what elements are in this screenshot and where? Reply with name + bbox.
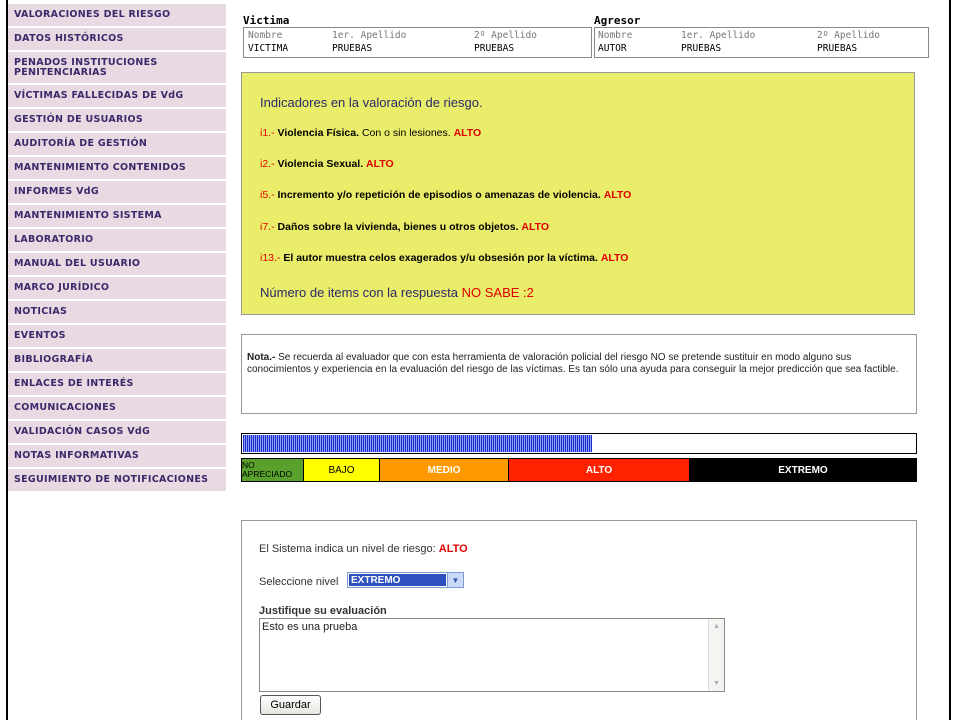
victima-ap2-label: 2º Apellido bbox=[474, 30, 537, 41]
sidebar-item-gestion-usuarios[interactable]: GESTIÓN DE USUARIOS bbox=[8, 109, 226, 131]
sidebar-item-penados[interactable]: PENADOS INSTITUCIONES PENITENCIARIAS bbox=[8, 52, 226, 83]
victima-ap1: PRUEBAS bbox=[332, 43, 373, 54]
sidebar-item-laboratorio[interactable]: LABORATORIO bbox=[8, 229, 226, 251]
victima-ap1-label: 1er. Apellido bbox=[332, 30, 407, 41]
textarea-scrollbar[interactable]: ▲ ▼ bbox=[708, 619, 724, 691]
risk-level-select[interactable]: EXTREMO ▼ bbox=[347, 572, 464, 588]
risk-level-medio: MEDIO bbox=[380, 459, 509, 481]
victima-ap2: PRUEBAS bbox=[474, 43, 515, 54]
victima-title: Victima bbox=[243, 14, 290, 27]
system-risk-label: El Sistema indica un nivel de riesgo: bbox=[259, 543, 439, 555]
indicador-text: Violencia Sexual. bbox=[277, 158, 364, 170]
sidebar-menu: VALORACIONES DEL RIESGO DATOS HISTÓRICOS… bbox=[8, 4, 226, 493]
agresor-ap1: PRUEBAS bbox=[681, 43, 722, 54]
sidebar-item-mant-contenidos[interactable]: MANTENIMIENTO CONTENIDOS bbox=[8, 157, 226, 179]
nota-text: Se recuerda al evaluador que con esta he… bbox=[247, 352, 899, 375]
indicador-code: i2.- bbox=[260, 158, 275, 170]
no-sabe-value: NO SABE :2 bbox=[461, 285, 534, 300]
victima-panel: Victima Nombre 1er. Apellido 2º Apellido… bbox=[243, 14, 592, 58]
indicador-code: i7.- bbox=[260, 221, 275, 233]
sidebar-item-manual[interactable]: MANUAL DEL USUARIO bbox=[8, 253, 226, 275]
sidebar-item-enlaces[interactable]: ENLACES DE INTERÉS bbox=[8, 373, 226, 395]
scroll-down-icon[interactable]: ▼ bbox=[709, 676, 724, 691]
sidebar-item-bibliografia[interactable]: BIBLIOGRAFÍA bbox=[8, 349, 226, 371]
justify-text: Esto es una prueba bbox=[262, 621, 358, 633]
save-button[interactable]: Guardar bbox=[260, 695, 321, 715]
sidebar-item-eventos[interactable]: EVENTOS bbox=[8, 325, 226, 347]
indicador-level: ALTO bbox=[521, 221, 550, 233]
victima-nombre-label: Nombre bbox=[248, 30, 283, 41]
indicador-level: ALTO bbox=[603, 189, 632, 201]
risk-progress-bar bbox=[241, 433, 917, 454]
indicador-code: i13.- bbox=[260, 252, 281, 264]
justify-textarea[interactable]: Esto es una prueba ▲ ▼ bbox=[259, 618, 725, 692]
sidebar-item-validacion[interactable]: VALIDACIÓN CASOS VdG bbox=[8, 421, 226, 443]
agresor-ap2: PRUEBAS bbox=[817, 43, 858, 54]
sidebar-item-seguimiento[interactable]: SEGUIMIENTO DE NOTIFICACIONES bbox=[8, 469, 226, 491]
indicadores-heading: Indicadores en la valoración de riesgo. bbox=[260, 95, 483, 110]
select-level-label: Seleccione nivel bbox=[259, 576, 339, 588]
indicador-level: ALTO bbox=[600, 252, 629, 264]
system-risk-level: ALTO bbox=[438, 543, 468, 555]
nota-panel: Nota.- Se recuerda al evaluador que con … bbox=[241, 334, 917, 414]
system-risk-text: El Sistema indica un nivel de riesgo: AL… bbox=[259, 543, 468, 555]
sidebar-item-valoraciones[interactable]: VALORACIONES DEL RIESGO bbox=[8, 4, 226, 26]
sidebar-item-mant-sistema[interactable]: MANTENIMIENTO SISTEMA bbox=[8, 205, 226, 227]
indicador-text: Violencia Física. bbox=[277, 127, 360, 139]
sidebar-item-notas-informativas[interactable]: NOTAS INFORMATIVAS bbox=[8, 445, 226, 467]
victima-box: Nombre 1er. Apellido 2º Apellido VICTIMA… bbox=[243, 27, 592, 58]
indicador-row: i1.- Violencia Física. Con o sin lesione… bbox=[260, 127, 481, 139]
nota-label: Nota.- bbox=[247, 352, 276, 363]
sidebar-item-noticias[interactable]: NOTICIAS bbox=[8, 301, 226, 323]
agresor-ap1-label: 1er. Apellido bbox=[681, 30, 756, 41]
agresor-box: Nombre 1er. Apellido 2º Apellido AUTOR P… bbox=[594, 27, 929, 58]
no-sabe-count: Número de items con la respuesta NO SABE… bbox=[260, 285, 534, 300]
sidebar-item-informes[interactable]: INFORMES VdG bbox=[8, 181, 226, 203]
sidebar-item-datos-historicos[interactable]: DATOS HISTÓRICOS bbox=[8, 28, 226, 50]
sidebar-item-auditoria[interactable]: AUDITORÍA DE GESTIÓN bbox=[8, 133, 226, 155]
justify-label: Justifique su evaluación bbox=[259, 605, 387, 617]
indicador-row: i7.- Daños sobre la vivienda, bienes u o… bbox=[260, 221, 549, 233]
indicador-extra: Con o sin lesiones. bbox=[359, 127, 451, 139]
indicador-code: i5.- bbox=[260, 189, 275, 201]
indicador-row: i13.- El autor muestra celos exagerados … bbox=[260, 252, 628, 264]
agresor-panel: Agresor Nombre 1er. Apellido 2º Apellido… bbox=[594, 14, 929, 58]
risk-level-selected: EXTREMO bbox=[349, 574, 446, 586]
indicador-row: i5.- Incremento y/o repetición de episod… bbox=[260, 189, 631, 201]
chevron-down-icon[interactable]: ▼ bbox=[447, 573, 463, 587]
no-sabe-label: Número de items con la respuesta bbox=[260, 285, 462, 300]
indicador-code: i1.- bbox=[260, 127, 275, 139]
victima-nombre: VICTIMA bbox=[248, 43, 289, 54]
risk-scale: NO APRECIADO BAJO MEDIO ALTO EXTREMO bbox=[241, 458, 917, 482]
agresor-title: Agresor bbox=[594, 14, 641, 27]
sidebar-item-marco-juridico[interactable]: MARCO JURÍDICO bbox=[8, 277, 226, 299]
indicador-text: Incremento y/o repetición de episodios o… bbox=[277, 189, 601, 201]
sidebar-item-victimas-fallecidas[interactable]: VÍCTIMAS FALLECIDAS DE VdG bbox=[8, 85, 226, 107]
risk-progress-fill bbox=[243, 435, 593, 452]
indicador-text: El autor muestra celos exagerados y/u ob… bbox=[283, 252, 598, 264]
agresor-nombre: AUTOR bbox=[598, 43, 627, 54]
indicador-text: Daños sobre la vivienda, bienes u otros … bbox=[277, 221, 519, 233]
indicador-row: i2.- Violencia Sexual. ALTO bbox=[260, 158, 394, 170]
indicador-level: ALTO bbox=[453, 127, 482, 139]
scroll-up-icon[interactable]: ▲ bbox=[709, 619, 724, 634]
indicadores-panel: Indicadores en la valoración de riesgo. … bbox=[241, 72, 915, 315]
risk-level-bajo: BAJO bbox=[304, 459, 380, 481]
agresor-ap2-label: 2º Apellido bbox=[817, 30, 880, 41]
evaluation-form: El Sistema indica un nivel de riesgo: AL… bbox=[241, 520, 917, 720]
risk-level-extremo: EXTREMO bbox=[690, 459, 916, 481]
agresor-nombre-label: Nombre bbox=[598, 30, 633, 41]
risk-level-alto: ALTO bbox=[509, 459, 690, 481]
sidebar-item-comunicaciones[interactable]: COMUNICACIONES bbox=[8, 397, 226, 419]
risk-level-no-apreciado: NO APRECIADO bbox=[242, 459, 304, 481]
indicador-level: ALTO bbox=[366, 158, 394, 170]
